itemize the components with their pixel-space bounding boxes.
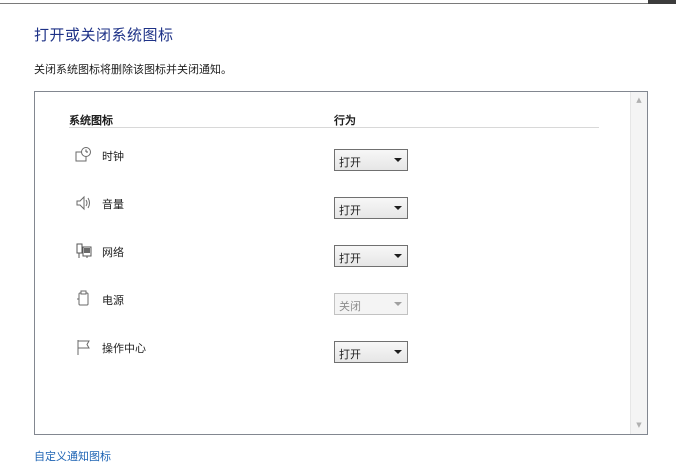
chevron-down-icon xyxy=(394,158,402,162)
clock-behavior-value: 打开 xyxy=(339,156,361,169)
panel-scrollbar[interactable]: ▲ ▼ xyxy=(630,92,647,434)
row-label-power: 电源 xyxy=(102,294,124,307)
row-power: 电源 关闭 xyxy=(35,290,625,315)
scroll-up-icon[interactable]: ▲ xyxy=(631,92,647,109)
customize-notification-icons-link[interactable]: 自定义通知图标 xyxy=(34,448,111,464)
window-top-corner xyxy=(648,0,676,4)
chevron-down-icon xyxy=(394,350,402,354)
window-top-edge xyxy=(0,0,676,5)
network-behavior-select[interactable]: 打开 xyxy=(334,245,408,267)
system-icons-panel: 系统图标 行为 时钟 打开 音量 打开 网络 打开 电源 关闭 操作中心 打开 … xyxy=(34,91,648,435)
row-label-action-center: 操作中心 xyxy=(102,342,146,355)
network-behavior-value: 打开 xyxy=(339,252,361,265)
page-title: 打开或关闭系统图标 xyxy=(34,26,174,44)
header-divider xyxy=(69,127,599,128)
chevron-down-icon xyxy=(394,206,402,210)
action-center-behavior-value: 打开 xyxy=(339,348,361,361)
chevron-down-icon xyxy=(394,302,402,306)
power-behavior-value: 关闭 xyxy=(339,300,361,313)
window-top-border xyxy=(0,0,648,4)
clock-behavior-select[interactable]: 打开 xyxy=(334,149,408,171)
volume-behavior-select[interactable]: 打开 xyxy=(334,197,408,219)
row-volume: 音量 打开 xyxy=(35,194,625,219)
row-clock: 时钟 打开 xyxy=(35,146,625,171)
column-header-behavior: 行为 xyxy=(334,114,356,127)
clock-icon xyxy=(75,146,93,164)
row-label-clock: 时钟 xyxy=(102,150,124,163)
column-header-system-icon: 系统图标 xyxy=(69,114,113,127)
scroll-down-icon[interactable]: ▼ xyxy=(631,417,647,434)
row-action-center: 操作中心 打开 xyxy=(35,338,625,363)
volume-behavior-value: 打开 xyxy=(339,204,361,217)
chevron-down-icon xyxy=(394,254,402,258)
flag-icon xyxy=(75,338,93,356)
power-behavior-select[interactable]: 关闭 xyxy=(334,293,408,315)
row-network: 网络 打开 xyxy=(35,242,625,267)
action-center-behavior-select[interactable]: 打开 xyxy=(334,341,408,363)
row-label-network: 网络 xyxy=(102,246,124,259)
power-icon xyxy=(75,290,93,308)
page-description: 关闭系统图标将删除该图标并关闭通知。 xyxy=(34,63,232,76)
row-label-volume: 音量 xyxy=(102,198,124,211)
volume-icon xyxy=(75,194,93,212)
network-icon xyxy=(75,242,93,260)
